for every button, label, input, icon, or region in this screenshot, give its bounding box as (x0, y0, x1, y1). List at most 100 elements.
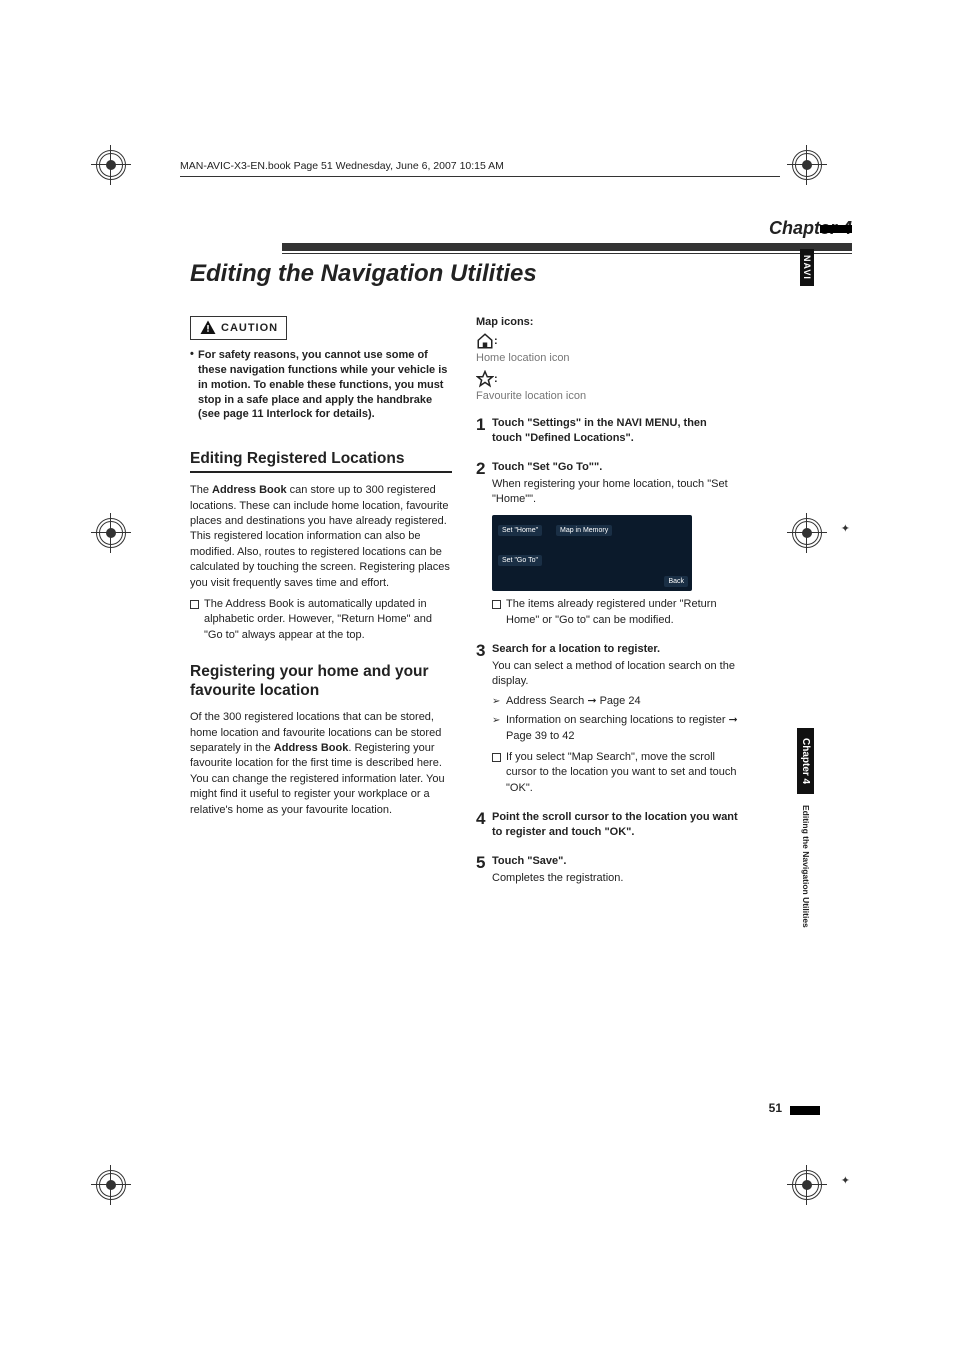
print-regmark (96, 1170, 126, 1200)
note-square-icon (190, 597, 200, 643)
arrow-icon (492, 713, 506, 744)
page-number: 51 (769, 1101, 782, 1115)
home-icon (476, 332, 494, 350)
ok-bold: OK (510, 782, 526, 794)
map-icons-label: Map icons: (476, 316, 738, 328)
colon: : (494, 373, 498, 385)
colon: : (494, 335, 498, 347)
running-header: MAN-AVIC-X3-EN.book Page 51 Wednesday, J… (180, 160, 780, 177)
text: If you select " (506, 751, 572, 763)
page-title: Editing the Navigation Utilities (190, 260, 537, 288)
caution-bullet: • For safety reasons, you cannot use som… (190, 348, 452, 422)
address-book-bold: Address Book (212, 484, 287, 496)
step3-sub1: Address Search ➞ Page 24 (492, 694, 738, 709)
print-regmark (96, 150, 126, 180)
hash-mark: ✦ (841, 522, 850, 535)
step-desc: Completes the registration. (492, 871, 738, 886)
step3-sub3: If you select "Map Search", move the scr… (492, 750, 738, 796)
step-title: Touch "Settings" in the NAVI MENU, then … (492, 416, 738, 446)
text: " can be modified. (586, 614, 674, 626)
sub-text: Information on searching locations to re… (506, 713, 738, 744)
text: can store up to 300 registered locations… (190, 484, 450, 588)
chapter-bar-accent (820, 225, 852, 233)
right-column: Map icons: : Home location icon : Favour… (476, 316, 738, 886)
home-icon-row: : (476, 332, 738, 350)
step-5: 5 Touch "Save". Completes the registrati… (476, 854, 738, 886)
caution-box: CAUTION (190, 316, 287, 340)
defined-locations-screenshot: Set "Home" Map in Memory Set "Go To" Bac… (492, 515, 692, 591)
section1-para: The Address Book can store up to 300 reg… (190, 483, 452, 591)
text: Touch "Settings" in the (492, 417, 617, 429)
note-body: If you select "Map Search", move the scr… (502, 750, 738, 796)
step-number: 1 (476, 416, 492, 446)
page-number-bar (790, 1106, 820, 1115)
header-rule (180, 176, 780, 177)
step2-note: The items already registered under "Retu… (492, 597, 738, 628)
step-2: 2 Touch "Set "Go To"". When registering … (476, 460, 738, 508)
text: " or " (535, 614, 559, 626)
text: When registering your home location, tou… (492, 478, 711, 490)
address-book-bold: Address Book (274, 742, 349, 754)
text: " always appear at the top. (235, 629, 365, 641)
sub-text: Address Search ➞ Page 24 (506, 694, 738, 709)
hash-mark: ✦ (841, 1174, 850, 1187)
text: ". (529, 493, 536, 505)
bullet-dot: • (190, 348, 198, 422)
caution-label: CAUTION (221, 322, 278, 334)
arrow-icon (492, 694, 506, 709)
left-column: CAUTION • For safety reasons, you cannot… (190, 316, 452, 818)
ss-map-memory: Map in Memory (556, 525, 612, 536)
step-4: 4 Point the scroll cursor to the locatio… (476, 810, 738, 840)
print-regmark (792, 150, 822, 180)
step-desc: You can select a method of location sear… (492, 659, 738, 690)
print-regmark (792, 518, 822, 548)
chapter-banner: Chapter 4 (282, 218, 852, 254)
print-regmark (96, 518, 126, 548)
step-number: 4 (476, 810, 492, 840)
step-title: Touch "Set "Go To"". (492, 460, 738, 475)
fav-icon-caption: Favourite location icon (476, 390, 738, 402)
step-number: 2 (476, 460, 492, 508)
note-body: The items already registered under "Retu… (502, 597, 738, 628)
section2-para: Of the 300 registered locations that can… (190, 710, 452, 818)
caution-text: For safety reasons, you cannot use some … (198, 348, 452, 422)
text: ". (526, 782, 533, 794)
step-title: Point the scroll cursor to the location … (492, 810, 738, 840)
side-chapter-tab: Chapter 4 (797, 728, 814, 794)
warning-icon (199, 319, 217, 337)
step3-sub2: Information on searching locations to re… (492, 713, 738, 744)
ss-set-goto: Set "Go To" (498, 555, 542, 566)
note-square-icon (492, 750, 502, 796)
navi-tab: NAVI (800, 249, 814, 286)
chapter-rule (282, 243, 852, 251)
step-1: 1 Touch "Settings" in the NAVI MENU, the… (476, 416, 738, 446)
side-chapter-text: Editing the Navigation Utilities (801, 805, 811, 928)
step-desc: When registering your home location, tou… (492, 477, 738, 508)
step-title: Touch "Save". (492, 854, 738, 869)
subsection-head-registering: Registering your home and your favourite… (190, 663, 452, 700)
note-body: The Address Book is automatically update… (200, 597, 452, 643)
go-to-bold: Go to (208, 629, 235, 641)
step-title: Search for a location to register. (492, 642, 738, 657)
print-regmark (792, 1170, 822, 1200)
home-icon-caption: Home location icon (476, 352, 738, 364)
return-home-bold: Return Home (341, 613, 406, 625)
step-number: 3 (476, 642, 492, 796)
section-head-editing: Editing Registered Locations (190, 450, 452, 473)
step-number: 5 (476, 854, 492, 886)
ss-back-button: Back (664, 576, 688, 587)
step-3: 3 Search for a location to register. You… (476, 642, 738, 796)
text: The items already registered under " (506, 598, 684, 610)
runhead-text: MAN-AVIC-X3-EN.book Page 51 Wednesday, J… (180, 160, 504, 172)
note-square-icon (492, 597, 502, 628)
section1-note: The Address Book is automatically update… (190, 597, 452, 643)
chapter-label: Chapter 4 (282, 218, 852, 239)
navi-menu-bold: NAVI MENU (617, 417, 678, 429)
ss-set-home: Set "Home" (498, 525, 542, 536)
text: The (190, 484, 212, 496)
fav-icon-row: : (476, 370, 738, 388)
go-to-bold: Go to (559, 614, 586, 626)
map-search-bold: Map Search (572, 751, 631, 763)
star-icon (476, 370, 494, 388)
chapter-rule-thin (282, 253, 852, 254)
